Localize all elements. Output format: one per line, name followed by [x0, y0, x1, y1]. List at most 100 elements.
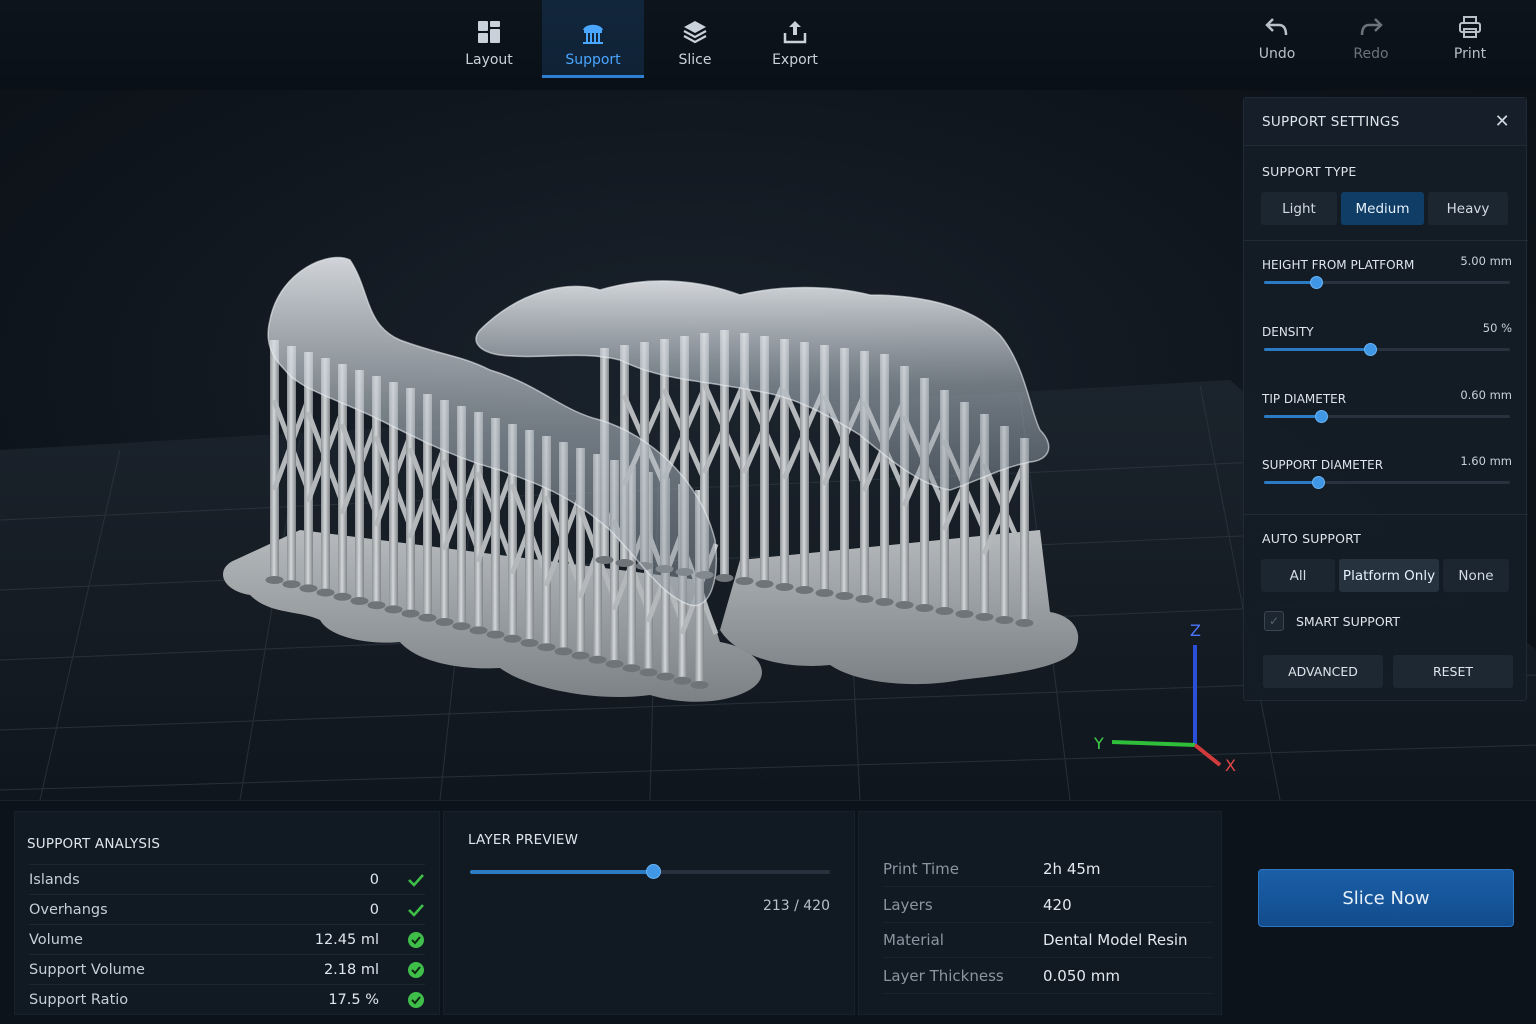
support-pillar-foot — [571, 651, 590, 660]
support-pillar-foot — [316, 588, 335, 597]
tab-label: Slice — [678, 52, 712, 68]
reset-button[interactable]: RESET — [1393, 655, 1513, 688]
support-pillar-foot — [855, 595, 874, 603]
auto-support-platform-only[interactable]: Platform Only — [1339, 559, 1439, 592]
tip-diameter-slider: TIP DIAMETER 0.60 mm — [1262, 388, 1512, 423]
support-pillar-foot — [935, 607, 954, 615]
layer-slider-handle[interactable] — [646, 864, 661, 879]
slider-handle[interactable] — [1312, 476, 1325, 489]
check-icon — [379, 961, 425, 979]
support-pillar — [270, 340, 279, 580]
tip-diameter-label: TIP DIAMETER — [1262, 392, 1347, 406]
slider-handle[interactable] — [1364, 343, 1377, 356]
auto-support-label: AUTO SUPPORT — [1262, 531, 1361, 546]
analysis-metric-value: 12.45 ml — [314, 931, 379, 948]
auto-support-all[interactable]: All — [1261, 559, 1335, 592]
support-pillar-foot — [975, 613, 994, 621]
support-pillar-foot — [503, 634, 522, 643]
support-pillar-foot — [755, 580, 774, 588]
redo-button[interactable]: Redo — [1331, 14, 1411, 62]
support-type-label: SUPPORT TYPE — [1262, 164, 1357, 179]
printer-icon — [1459, 16, 1481, 38]
support-pillar-foot — [735, 577, 754, 585]
support-pillar-foot — [367, 601, 386, 610]
print-button[interactable]: Print — [1430, 14, 1510, 62]
analysis-metric-name: Overhangs — [29, 901, 108, 918]
support-pillar-foot — [875, 598, 894, 606]
support-diameter-slider: SUPPORT DIAMETER 1.60 mm — [1262, 454, 1512, 489]
undo-button[interactable]: Undo — [1237, 14, 1317, 62]
support-pillar-foot — [656, 672, 675, 681]
support-pillar-foot — [469, 626, 488, 635]
slider-fill — [1264, 415, 1321, 418]
analysis-metric-name: Support Ratio — [29, 991, 129, 1008]
density-value: 50 % — [1482, 321, 1512, 335]
analysis-metric-value: 17.5 % — [328, 991, 379, 1008]
height-value: 5.00 mm — [1460, 254, 1512, 268]
slider-track[interactable] — [1264, 410, 1510, 423]
slider-track[interactable] — [1264, 476, 1510, 489]
height-label: HEIGHT FROM PLATFORM — [1262, 258, 1415, 272]
slider-handle[interactable] — [1310, 276, 1323, 289]
tab-layout[interactable]: Layout — [438, 0, 540, 78]
support-pillar-foot — [554, 647, 573, 656]
support-pillar — [287, 346, 296, 585]
print-info-value: Dental Model Resin — [1043, 931, 1188, 949]
support-pillar-foot — [1015, 619, 1034, 627]
slider-handle[interactable] — [1315, 410, 1328, 423]
slider-fill — [1264, 281, 1316, 284]
support-type-medium[interactable]: Medium — [1341, 192, 1424, 225]
tab-export[interactable]: Export — [744, 0, 846, 78]
height-slider: HEIGHT FROM PLATFORM 5.00 mm — [1262, 254, 1512, 289]
support-pillar-foot — [639, 668, 658, 677]
slice-now-button[interactable]: Slice Now — [1258, 869, 1514, 927]
support-type-light[interactable]: Light — [1261, 192, 1337, 225]
tab-label: Export — [772, 52, 818, 68]
analysis-metric-value: 0 — [369, 871, 379, 888]
support-pillar-foot — [895, 601, 914, 609]
analysis-row: Support Ratio 17.5 % — [29, 984, 425, 1014]
support-type-heavy[interactable]: Heavy — [1428, 192, 1508, 225]
support-pillar-foot — [265, 576, 284, 584]
slice-action-area: Slice Now — [1225, 811, 1529, 1015]
auto-support-selector: All Platform Only None — [1261, 559, 1509, 592]
tab-support[interactable]: Support — [542, 0, 644, 78]
analysis-row: Volume 12.45 ml — [29, 924, 425, 954]
tab-slice[interactable]: Slice — [644, 0, 746, 78]
layer-slider-track[interactable] — [470, 864, 830, 879]
support-pillar-foot — [418, 613, 437, 622]
layer-preview-title: LAYER PREVIEW — [468, 832, 579, 848]
print-info-key: Print Time — [883, 860, 959, 878]
tab-label: Layout — [465, 52, 513, 68]
support-pillar-foot — [595, 556, 614, 564]
close-icon[interactable]: ✕ — [1495, 111, 1510, 132]
smart-support-checkbox[interactable]: ✓ — [1264, 611, 1284, 631]
print-info-key: Layers — [883, 895, 933, 914]
support-pillar — [1020, 438, 1029, 623]
print-label: Print — [1453, 46, 1487, 62]
redo-icon — [1360, 18, 1383, 36]
print-info-row: Layers 420 — [883, 888, 1213, 923]
auto-support-none[interactable]: None — [1443, 559, 1509, 592]
print-info-row: Material Dental Model Resin — [883, 923, 1213, 958]
bottom-panel: SUPPORT ANALYSIS Islands 0 Overhangs 0 Volum… — [0, 800, 1536, 1024]
layer-slider-fill — [470, 870, 653, 874]
support-pillar-foot — [435, 618, 454, 626]
support-analysis-card: SUPPORT ANALYSIS Islands 0 Overhangs 0 Volum… — [14, 811, 440, 1015]
undo-icon — [1265, 18, 1288, 36]
slider-track[interactable] — [1264, 343, 1510, 356]
check-icon — [379, 931, 425, 949]
tip-diameter-value: 0.60 mm — [1460, 388, 1512, 402]
analysis-title: SUPPORT ANALYSIS — [27, 836, 161, 852]
support-pillar-foot — [955, 610, 974, 618]
advanced-button[interactable]: ADVANCED — [1263, 655, 1383, 688]
slider-track[interactable] — [1264, 276, 1510, 289]
support-pillar-foot — [299, 584, 318, 593]
export-icon — [783, 21, 807, 44]
support-pillar-foot — [333, 592, 352, 601]
support-pillar-foot — [622, 664, 641, 673]
support-diameter-value: 1.60 mm — [1460, 454, 1512, 468]
divider — [1244, 240, 1528, 241]
slider-fill — [1264, 348, 1370, 351]
support-pillar-foot — [537, 643, 556, 652]
